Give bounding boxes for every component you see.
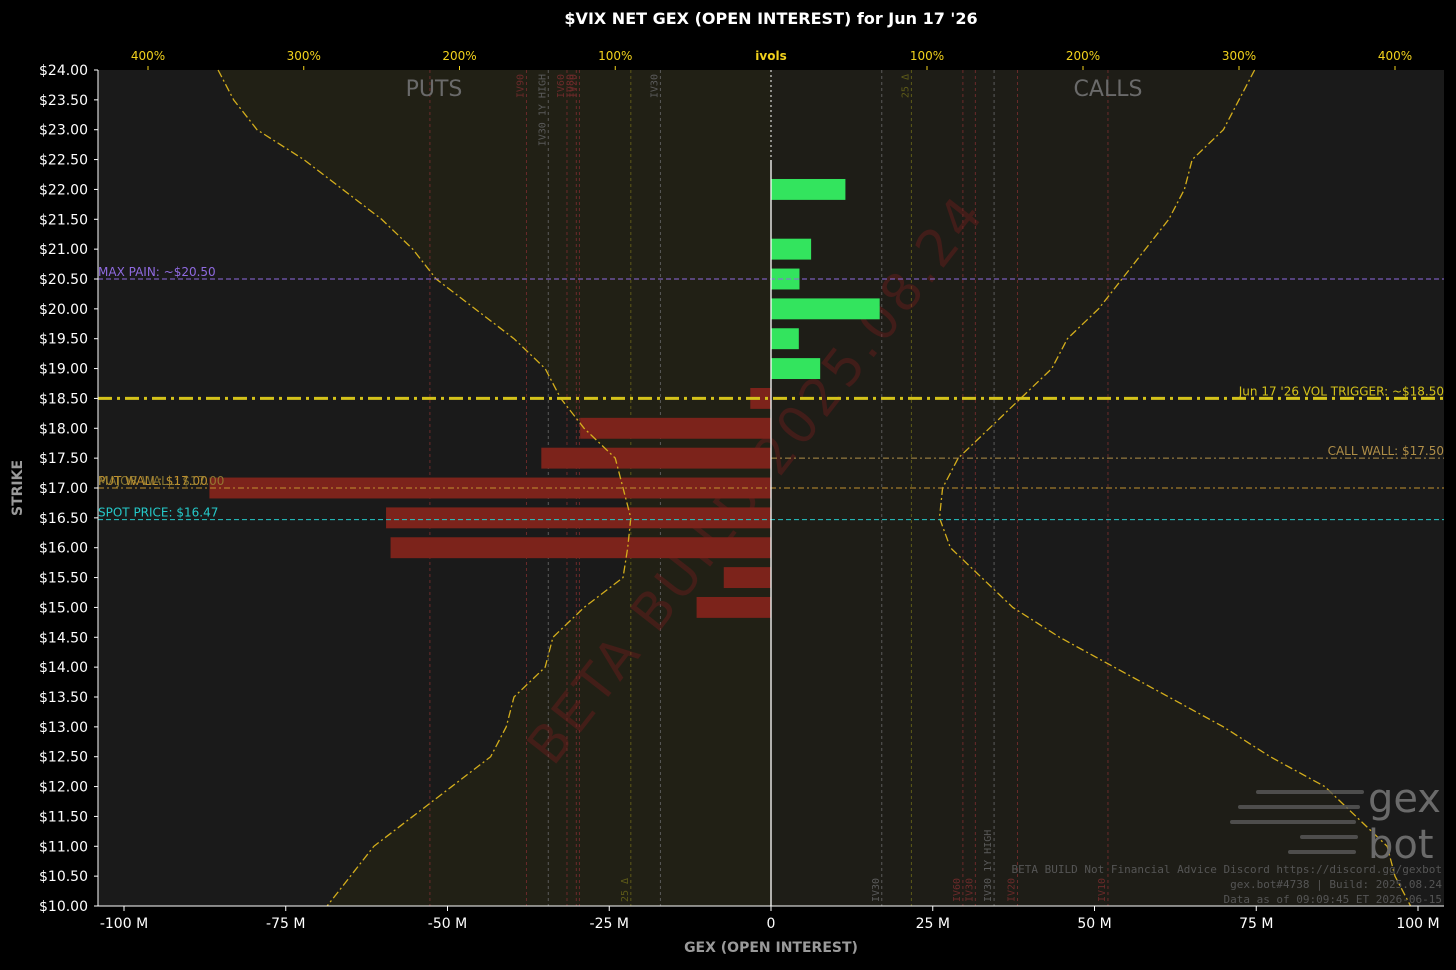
x-tick-label: -100 M <box>100 916 148 932</box>
call-wall-label: CALL WALL: $17.50 <box>1328 444 1444 458</box>
vertical-marker-label: 25 Δ <box>620 878 631 902</box>
footer-note: Data as of 09:09:45 ET 2026-06-15 <box>1223 893 1442 906</box>
y-tick-label: $16.50 <box>39 511 88 527</box>
puts-region-label: PUTS <box>406 77 463 102</box>
top-tick-label-call: 300% <box>1222 49 1256 63</box>
brand-stripe <box>1230 820 1356 824</box>
y-tick-label: $11.00 <box>39 839 88 855</box>
gex-bar-negative <box>390 537 771 559</box>
y-tick-label: $18.50 <box>39 391 88 407</box>
y-tick-label: $10.00 <box>39 899 88 915</box>
top-axis-label: ivols <box>755 49 786 63</box>
vertical-marker-label: IV20 <box>568 74 579 98</box>
y-axis-label: STRIKE <box>10 460 26 516</box>
vertical-marker-label: IV30 <box>649 74 660 98</box>
top-tick-label-put: 300% <box>287 49 321 63</box>
y-tick-label: $20.00 <box>39 302 88 318</box>
gex-bar-negative <box>541 447 771 469</box>
gex-bar-negative <box>580 417 771 439</box>
y-tick-label: $19.00 <box>39 362 88 378</box>
vertical-marker-label: IV30 <box>871 878 882 902</box>
y-tick-label: $22.00 <box>39 182 88 198</box>
gex-bar-positive <box>771 358 821 380</box>
calls-region-label: CALLS <box>1074 77 1143 102</box>
x-tick-label: 0 <box>767 916 776 932</box>
y-tick-label: $23.50 <box>39 93 88 109</box>
gex-bar-positive <box>771 298 880 320</box>
vertical-marker-label: IV20 <box>1006 878 1017 902</box>
x-tick-label: -75 M <box>266 916 305 932</box>
y-tick-label: $22.50 <box>39 153 88 169</box>
y-tick-label: $14.00 <box>39 660 88 676</box>
gex-bar-positive <box>771 238 812 260</box>
y-tick-label: $13.50 <box>39 690 88 706</box>
spot-price-label: SPOT PRICE: $16.47 <box>98 506 218 520</box>
gex-bar-negative <box>696 596 771 618</box>
vertical-marker-label: IV30 1Y HIGH <box>537 74 548 146</box>
x-tick-label: 50 M <box>1077 916 1111 932</box>
x-tick-label: -25 M <box>590 916 629 932</box>
x-tick-label: 100 M <box>1396 916 1439 932</box>
major-wall-label: MAJOR WALL: $17.00 <box>98 474 224 488</box>
y-tick-label: $10.50 <box>39 869 88 885</box>
brand-stripe <box>1256 790 1364 794</box>
brand-line2: bot <box>1368 822 1434 868</box>
y-tick-label: $19.50 <box>39 332 88 348</box>
top-tick-label-put: 100% <box>598 49 632 63</box>
brand-stripe <box>1300 835 1358 839</box>
top-tick-label-call: 400% <box>1378 49 1412 63</box>
gex-bar-positive <box>771 178 846 200</box>
vol-trigger-label: Jun 17 '26 VOL TRIGGER: ~$18.50 <box>1238 384 1444 398</box>
y-tick-label: $15.00 <box>39 600 88 616</box>
vertical-marker-label: 25 Δ <box>900 74 911 98</box>
y-tick-label: $11.50 <box>39 809 88 825</box>
y-tick-label: $16.00 <box>39 541 88 557</box>
chart-title: $VIX NET GEX (OPEN INTEREST) for Jun 17 … <box>564 9 977 28</box>
x-tick-label: 75 M <box>1239 916 1273 932</box>
y-tick-label: $18.00 <box>39 421 88 437</box>
x-tick-label: -50 M <box>428 916 467 932</box>
vertical-marker-label: IV90 <box>515 74 526 98</box>
footer-note: BETA BUILD Not Financial Advice Discord … <box>1012 863 1442 876</box>
top-tick-label-call: 100% <box>910 49 944 63</box>
y-tick-label: $24.00 <box>39 63 88 79</box>
vertical-marker-label: IV10 <box>1097 878 1108 902</box>
top-tick-label-put: 200% <box>442 49 476 63</box>
footer-note: gex.bot#4738 | Build: 2025.08.24 <box>1230 878 1442 891</box>
x-tick-label: 25 M <box>916 916 950 932</box>
y-tick-label: $13.00 <box>39 720 88 736</box>
gex-bar-negative <box>723 567 771 589</box>
y-tick-label: $17.50 <box>39 451 88 467</box>
vertical-marker-label: IV30 <box>964 878 975 902</box>
y-tick-label: $20.50 <box>39 272 88 288</box>
top-tick-label-call: 200% <box>1066 49 1100 63</box>
max-pain-label: MAX PAIN: ~$20.50 <box>98 265 216 279</box>
top-tick-label-put: 400% <box>131 49 165 63</box>
y-tick-label: $12.50 <box>39 750 88 766</box>
gex-chart: IV30 1Y HIGH IV30 IV90 IV60 IV80 IV20 25 Δ IV30… <box>0 0 1456 966</box>
y-tick-label: $21.50 <box>39 212 88 228</box>
brand-line1: gex <box>1368 776 1441 822</box>
y-tick-label: $12.00 <box>39 780 88 796</box>
y-tick-label: $14.50 <box>39 630 88 646</box>
y-tick-label: $23.00 <box>39 123 88 139</box>
y-tick-label: $15.50 <box>39 571 88 587</box>
vertical-marker-label: IV30 1Y HIGH <box>983 830 994 902</box>
brand-stripe <box>1238 805 1360 809</box>
x-axis-label: GEX (OPEN INTEREST) <box>684 940 858 956</box>
gex-bar-positive <box>771 328 799 350</box>
gex-bar-negative <box>386 507 771 529</box>
chart-svg: IV30 1Y HIGH IV30IV90 IV60IV80IV2025 Δ IV30… <box>0 0 1456 966</box>
y-tick-label: $17.00 <box>39 481 88 497</box>
y-tick-label: $21.00 <box>39 242 88 258</box>
brand-stripe <box>1288 850 1356 854</box>
vertical-marker-label: IV60 <box>952 878 963 902</box>
